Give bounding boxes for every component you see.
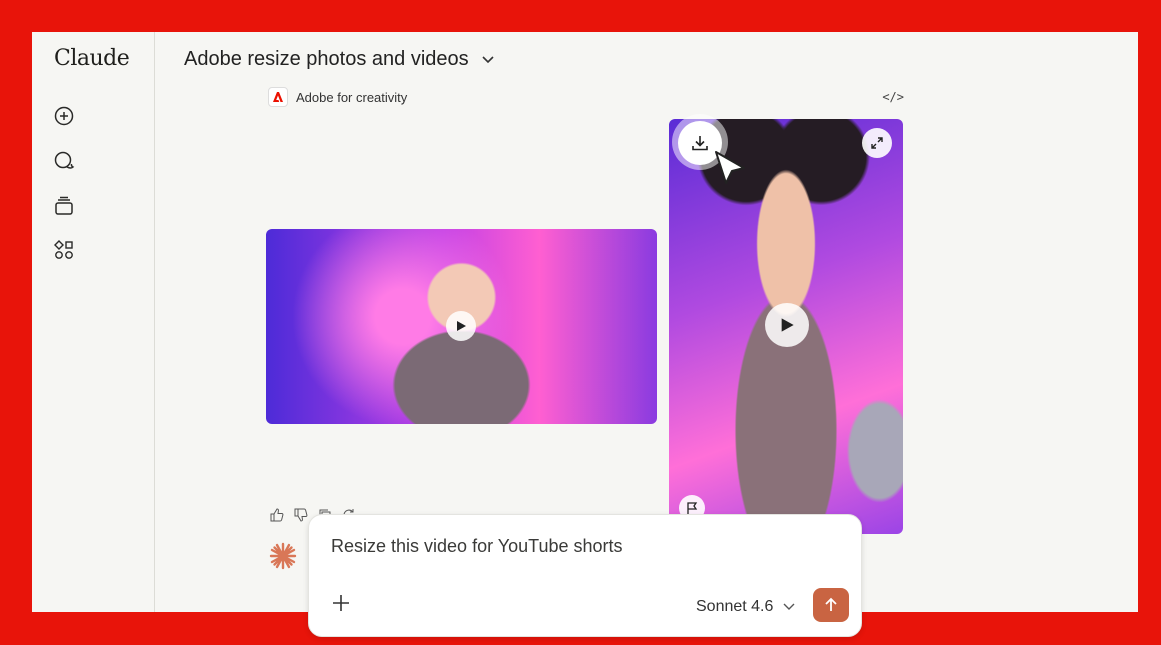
chat-title: Adobe resize photos and videos (184, 48, 469, 70)
add-attachment-icon[interactable] (331, 593, 351, 613)
model-selector[interactable]: Sonnet 4.6 (696, 598, 795, 616)
artifact-source-label: Adobe for creativity (296, 89, 408, 105)
send-button[interactable] (813, 588, 849, 622)
landscape-video-thumbnail[interactable] (266, 229, 657, 424)
mouse-cursor-icon (715, 151, 745, 184)
thumbs-down-icon[interactable] (294, 508, 308, 522)
flag-icon (686, 501, 697, 514)
prompt-input[interactable]: Resize this video for YouTube shorts (331, 536, 623, 557)
chats-icon[interactable] (53, 150, 75, 172)
arrow-up-icon (825, 597, 837, 611)
claude-logo[interactable]: Claude (54, 46, 130, 71)
play-button[interactable] (446, 311, 476, 341)
chat-title-dropdown[interactable]: Adobe resize photos and videos (184, 48, 495, 71)
claude-spark-icon (269, 542, 297, 570)
artifacts-icon[interactable] (53, 239, 75, 261)
message-composer[interactable]: Resize this video for YouTube shorts Son… (308, 514, 862, 637)
thumbs-up-icon[interactable] (270, 508, 284, 522)
adobe-logo-icon (268, 87, 288, 107)
model-label: Sonnet 4.6 (696, 598, 774, 615)
projects-icon[interactable] (53, 195, 75, 217)
download-icon (692, 136, 708, 151)
expand-icon (871, 137, 883, 149)
new-chat-icon[interactable] (53, 105, 75, 127)
portrait-video-thumbnail[interactable] (669, 119, 903, 534)
code-view-icon[interactable]: </> (882, 90, 904, 104)
sidebar: Claude (32, 32, 155, 612)
artifact-header: Adobe for creativity </> (268, 87, 904, 107)
chevron-down-icon (482, 55, 494, 63)
play-button[interactable] (765, 303, 809, 347)
play-icon (457, 321, 466, 331)
chevron-down-icon (783, 603, 795, 610)
play-icon (781, 318, 794, 332)
expand-button[interactable] (862, 128, 892, 158)
